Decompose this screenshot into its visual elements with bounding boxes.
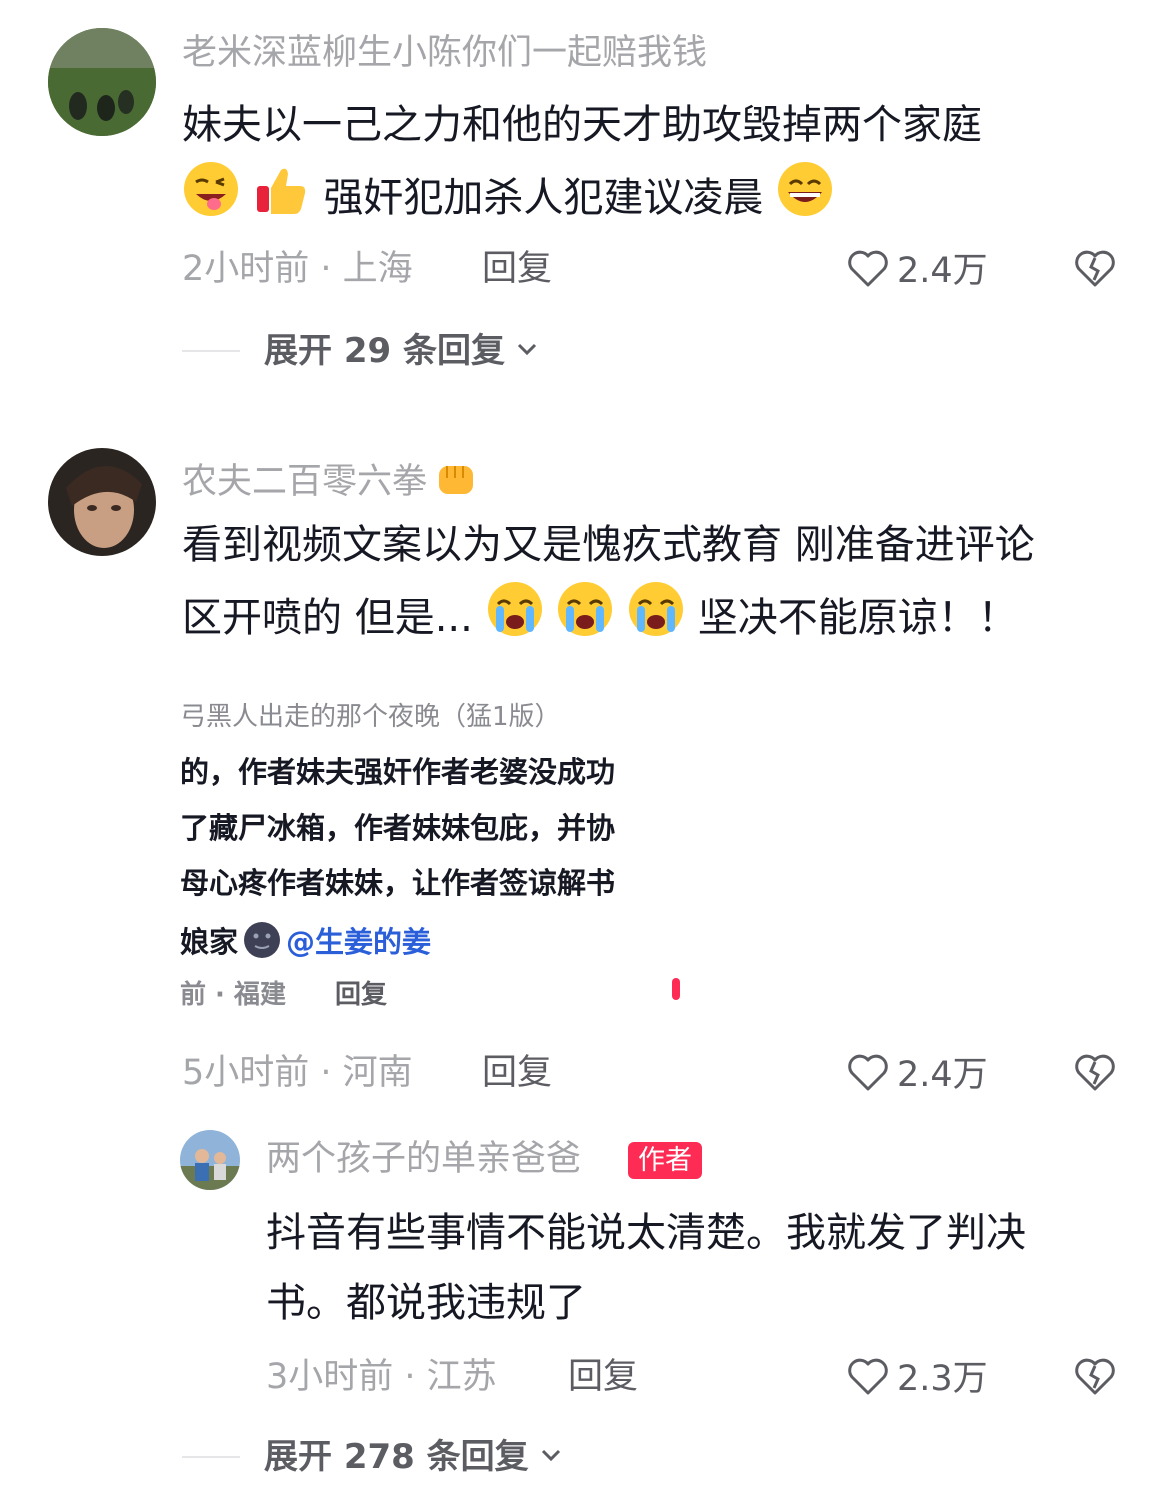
image-text-line: 的，作者妹夫强奸作者老婆没成功 [180,755,616,789]
like-count: 2.3万 [897,1358,988,1399]
grinning-sweat-emoji [776,160,834,240]
expand-replies-label: 展开 278 条回复 [264,1437,529,1477]
reply-username[interactable]: 两个孩子的单亲爸爸 [266,1142,581,1177]
broken-heart-icon [1072,1358,1118,1404]
chevron-down-icon [537,1441,565,1473]
author-badge: 作者 [628,1142,702,1179]
expand-replies-button[interactable]: 展开 29 条回复 [182,334,541,368]
image-meta-text: 前 · 福建 [180,980,286,1010]
image-text-line: 娘家 @生姜的姜 [180,920,431,965]
username-text: 农夫二百零六拳 [182,462,428,502]
broken-heart-icon [1072,250,1118,296]
reply-item: 两个孩子的单亲爸爸 作者 抖音有些事情不能说太清楚。我就发了判决 书。都说我违规… [0,1120,1170,1512]
broken-heart-icon [1072,1054,1118,1100]
comment-text-segment: 强奸犯加杀人犯建议凌晨 [323,175,764,221]
image-text-line: 了藏尸冰箱，作者妹妹包庇，并协 [180,811,616,845]
fist-emoji [433,456,479,509]
chevron-down-icon [513,335,541,367]
like-button[interactable]: 2.3万 [845,1354,988,1404]
comment-attached-image[interactable]: 弓黑人出走的那个夜晚（猛1版） 的，作者妹夫强奸作者老婆没成功 了藏尸冰箱，作者… [180,668,680,1030]
reply-button[interactable]: 回复 [568,1360,638,1395]
reply-text-line: 抖音有些事情不能说太清楚。我就发了判决 [266,1210,1026,1256]
crying-face-emoji [627,580,685,660]
reply-button[interactable]: 回复 [482,1056,552,1091]
like-button[interactable]: 2.4万 [845,1050,988,1100]
heart-outline-icon [845,246,891,296]
image-text-segment: 娘家 [180,925,239,959]
image-mention: @生姜的姜 [286,925,432,959]
image-text-line: 母心疼作者妹妹，让作者签谅解书 [180,866,616,900]
comment-text: 看到视频文案以为又是愧疚式教育 刚准备进评论 区开喷的 但是... 坚决不能原谅… [182,510,1142,660]
comment-username[interactable]: 农夫二百零六拳 [182,456,479,509]
reply-time-location: 3小时前 · 江苏 [266,1357,497,1397]
heart-outline-icon [845,1354,891,1404]
comment-text-segment: 区开喷的 但是... [182,595,473,641]
dislike-button[interactable] [1072,1354,1118,1404]
reply-button[interactable]: 回复 [482,252,552,287]
crying-face-emoji [556,580,614,660]
image-reply-text: 回复 [335,980,388,1010]
comment-text-line: 妹夫以一己之力和他的天才助攻毁掉两个家庭 [182,102,982,148]
divider-line [182,350,240,352]
dislike-button[interactable] [1072,246,1118,296]
reply-text: 抖音有些事情不能说太清楚。我就发了判决 书。都说我违规了 [266,1198,1146,1338]
dislike-button[interactable] [1072,1050,1118,1100]
new-moon-face-emoji [242,920,282,965]
image-text-title: 弓黑人出走的那个夜晚（猛1版） [180,702,561,732]
heart-outline-icon [845,1050,891,1100]
comment-item: 老米深蓝柳生小陈你们一起赔我钱 妹夫以一己之力和他的天才助攻毁掉两个家庭 强奸犯… [0,0,1170,400]
comment-time-location: 5小时前 · 河南 [182,1053,413,1093]
reply-text-line: 书。都说我违规了 [266,1280,586,1326]
thumbs-up-emoji [253,160,311,240]
winking-tongue-emoji [182,160,240,240]
comment-time-location: 2小时前 · 上海 [182,249,413,289]
like-button[interactable]: 2.4万 [845,246,988,296]
like-count: 2.4万 [897,250,988,291]
comment-text-line: 强奸犯加杀人犯建议凌晨 [182,160,1142,240]
comment-text-line: 看到视频文案以为又是愧疚式教育 刚准备进评论 [182,522,1035,568]
divider-line [182,1456,240,1458]
expand-replies-label: 展开 29 条回复 [264,331,505,371]
image-text-meta: 前 · 福建 回复 [180,982,387,1008]
comment-text-segment: 坚决不能原谅！！ [697,595,1018,641]
image-edge-mark [672,978,680,1000]
avatar[interactable] [180,1130,240,1190]
comment-username[interactable]: 老米深蓝柳生小陈你们一起赔我钱 [182,36,707,71]
avatar[interactable] [48,448,156,556]
comment-text-line: 区开喷的 但是... 坚决不能原谅！！ [182,580,1142,660]
expand-replies-button[interactable]: 展开 278 条回复 [182,1440,565,1474]
like-count: 2.4万 [897,1054,988,1095]
crying-face-emoji [486,580,544,660]
comment-item: 农夫二百零六拳 看到视频文案以为又是愧疚式教育 刚准备进评论 区开喷的 但是..… [0,430,1170,1120]
comment-text: 妹夫以一己之力和他的天才助攻毁掉两个家庭 强奸犯加杀人犯建议凌晨 [182,90,1142,240]
avatar[interactable] [48,28,156,136]
